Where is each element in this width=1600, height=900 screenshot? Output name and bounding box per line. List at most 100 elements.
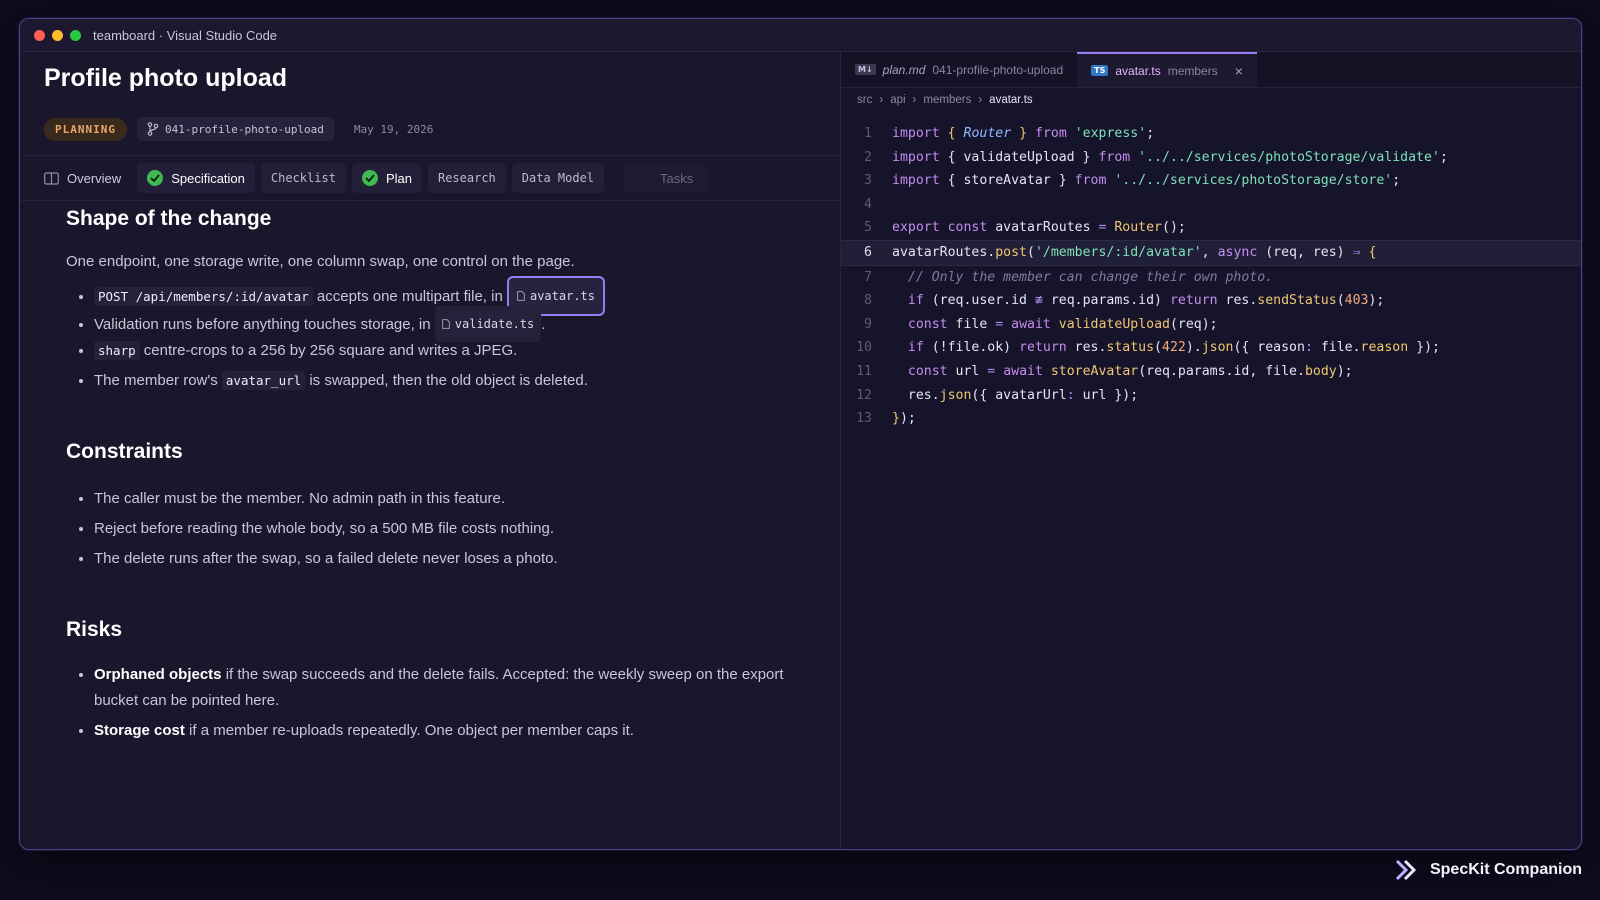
- list-item-text: is swapped, then the old object is delet…: [305, 372, 588, 389]
- tab-overview[interactable]: Overview: [34, 163, 131, 193]
- risk-title: Orphaned objects: [94, 666, 222, 683]
- list-item: Orphaned objects if the swap succeeds an…: [94, 662, 786, 714]
- tab-research-label: Research: [437, 171, 496, 185]
- tab-research[interactable]: Research: [427, 163, 506, 193]
- close-window-button[interactable]: [34, 29, 45, 41]
- section-heading-risks: Risks: [66, 618, 123, 641]
- list-item: The delete runs after the swap, so a fai…: [94, 544, 786, 574]
- spec-panel: Profile photo upload PLANNING 041-profil…: [20, 52, 841, 849]
- breadcrumb-item[interactable]: api: [890, 94, 905, 106]
- breadcrumb: src › api › members › avatar.ts: [857, 94, 1033, 106]
- risks-list: Orphaned objects if the swap succeeds an…: [66, 662, 786, 744]
- list-item: The member row's avatar_url is swapped, …: [94, 366, 786, 396]
- code-line: 12 res. json({ avatarUrl: url });: [841, 384, 1581, 408]
- line-number: 9: [864, 316, 872, 332]
- list-item: The caller must be the member. No admin …: [94, 484, 786, 514]
- list-item: Reject before reading the whole body, so…: [94, 514, 786, 544]
- line-number: 7: [864, 269, 872, 285]
- editor-tab-desc: members: [1167, 63, 1218, 78]
- list-item: sharp centre-crops to a 256 by 256 squar…: [94, 336, 786, 366]
- chevron-right-icon: ›: [912, 94, 917, 106]
- maximize-window-button[interactable]: [70, 29, 81, 41]
- code-editor[interactable]: 1 import { Router } from 'express'; 2 impo…: [841, 122, 1581, 431]
- file-icon: [517, 291, 525, 301]
- status-badge: PLANNING: [44, 117, 127, 141]
- speckit-logo-icon: [1395, 859, 1417, 881]
- code-line-current: 6 avatarRoutes. post('/members/:id/avatar'…: [841, 239, 1581, 266]
- list-item: POST /api/members/:id/avatar accepts one…: [94, 276, 786, 316]
- list-item-text: Validation runs before anything touches …: [94, 316, 435, 333]
- line-number: 10: [856, 340, 872, 356]
- brand-name: SpecKit Companion: [1429, 861, 1582, 878]
- shape-list: POST /api/members/:id/avatar accepts one…: [66, 276, 786, 396]
- endpoint-code: POST /api/members/:id/avatar: [94, 287, 313, 306]
- tab-data-model[interactable]: Data Model: [511, 163, 605, 193]
- list-item-text: centre-crops to a 256 by 256 square and …: [139, 342, 518, 359]
- spec-meta: PLANNING 041-profile-photo-upload May 19…: [44, 117, 433, 141]
- risk-text: if a member re-uploads repeatedly. One o…: [184, 722, 634, 739]
- tab-plan-label: Plan: [385, 170, 412, 186]
- plan-content: Shape of the change One endpoint, one st…: [66, 207, 786, 744]
- close-icon[interactable]: ×: [1235, 63, 1243, 79]
- code-line: 4: [841, 193, 1581, 217]
- line-number: 8: [864, 293, 872, 309]
- editor-tab-name: avatar.ts: [1115, 63, 1161, 78]
- vscode-window: teamboard · Visual Studio Code Profile p…: [19, 18, 1582, 850]
- code-line: 1 import { Router } from 'express';: [841, 122, 1581, 146]
- avatar-url-code: avatar_url: [221, 371, 306, 390]
- line-number: 12: [856, 387, 872, 403]
- line-number: 11: [856, 363, 872, 379]
- tab-plan[interactable]: Plan: [351, 163, 422, 193]
- list-item-punct: .: [541, 316, 546, 333]
- breadcrumb-item[interactable]: avatar.ts: [989, 94, 1032, 106]
- code-line: 9 const file = await validateUpload (req)…: [841, 313, 1581, 337]
- breadcrumb-item[interactable]: members: [923, 94, 971, 106]
- tab-checklist[interactable]: Checklist: [260, 163, 346, 193]
- code-line: 8 if (req.user.id ≢ req.params.id) retur…: [841, 289, 1581, 313]
- editor-tab-avatar-ts[interactable]: TS avatar.ts members ×: [1077, 52, 1257, 87]
- tab-data-model-label: Data Model: [521, 171, 595, 185]
- tab-checklist-label: Checklist: [270, 171, 336, 185]
- editor-tab-name: plan.md: [882, 62, 926, 77]
- spec-tabs: Overview Specification Checklist Plan Re…: [20, 155, 840, 201]
- sharp-code: sharp: [94, 341, 140, 360]
- breadcrumb-item[interactable]: src: [857, 94, 872, 106]
- brand-logo: SpecKit Companion: [1394, 858, 1582, 882]
- section-heading-constraints: Constraints: [66, 440, 183, 463]
- chevron-right-icon: ›: [978, 94, 983, 106]
- code-line: 5 export const avatarRoutes = Router ();: [841, 216, 1581, 240]
- minimize-window-button[interactable]: [52, 29, 63, 41]
- line-number: 2: [864, 149, 872, 165]
- list-item-text: The member row's: [94, 372, 222, 389]
- branch-name: 041-profile-photo-upload: [164, 122, 324, 136]
- code-line: 2 import { validateUpload } from '../../s…: [841, 146, 1581, 170]
- risk-title: Storage cost: [94, 722, 185, 739]
- editor-tab-plan-md[interactable]: M↓ plan.md 041-profile-photo-upload: [841, 52, 1077, 87]
- editor-tab-desc: 041-profile-photo-upload: [932, 62, 1064, 77]
- list-item: Storage cost if a member re-uploads repe…: [94, 718, 786, 744]
- section-heading-shape: Shape of the change: [66, 207, 272, 230]
- line-number: 4: [864, 196, 872, 212]
- line-number: 1: [864, 126, 872, 141]
- tab-tasks-label: Tasks: [660, 170, 694, 186]
- line-number: 5: [864, 220, 872, 236]
- code-line: 10 if (!file.ok) return res. status(422).…: [841, 336, 1581, 360]
- section-intro: One endpoint, one storage write, one col…: [66, 253, 575, 270]
- code-line: 7 // Only the member can change their ow…: [841, 266, 1581, 290]
- tab-specification[interactable]: Specification: [137, 163, 255, 193]
- tab-overview-label: Overview: [67, 170, 122, 186]
- branch-chip[interactable]: 041-profile-photo-upload: [136, 117, 334, 141]
- file-icon: [441, 319, 450, 329]
- constraints-list: The caller must be the member. No admin …: [66, 484, 786, 574]
- tab-specification-label: Specification: [171, 170, 245, 186]
- markdown-icon: M↓: [855, 64, 876, 75]
- line-number: 6: [864, 244, 872, 260]
- editor-tabs: M↓ plan.md 041-profile-photo-upload TS a…: [841, 52, 1581, 88]
- chevron-right-icon: ›: [879, 94, 884, 106]
- book-icon: [44, 171, 59, 185]
- title-bar: teamboard · Visual Studio Code: [20, 19, 1581, 52]
- line-number: 3: [864, 173, 872, 189]
- code-line: 13});: [841, 407, 1581, 431]
- tab-tasks[interactable]: Tasks: [624, 163, 708, 193]
- spec-date: May 19, 2026: [353, 122, 434, 136]
